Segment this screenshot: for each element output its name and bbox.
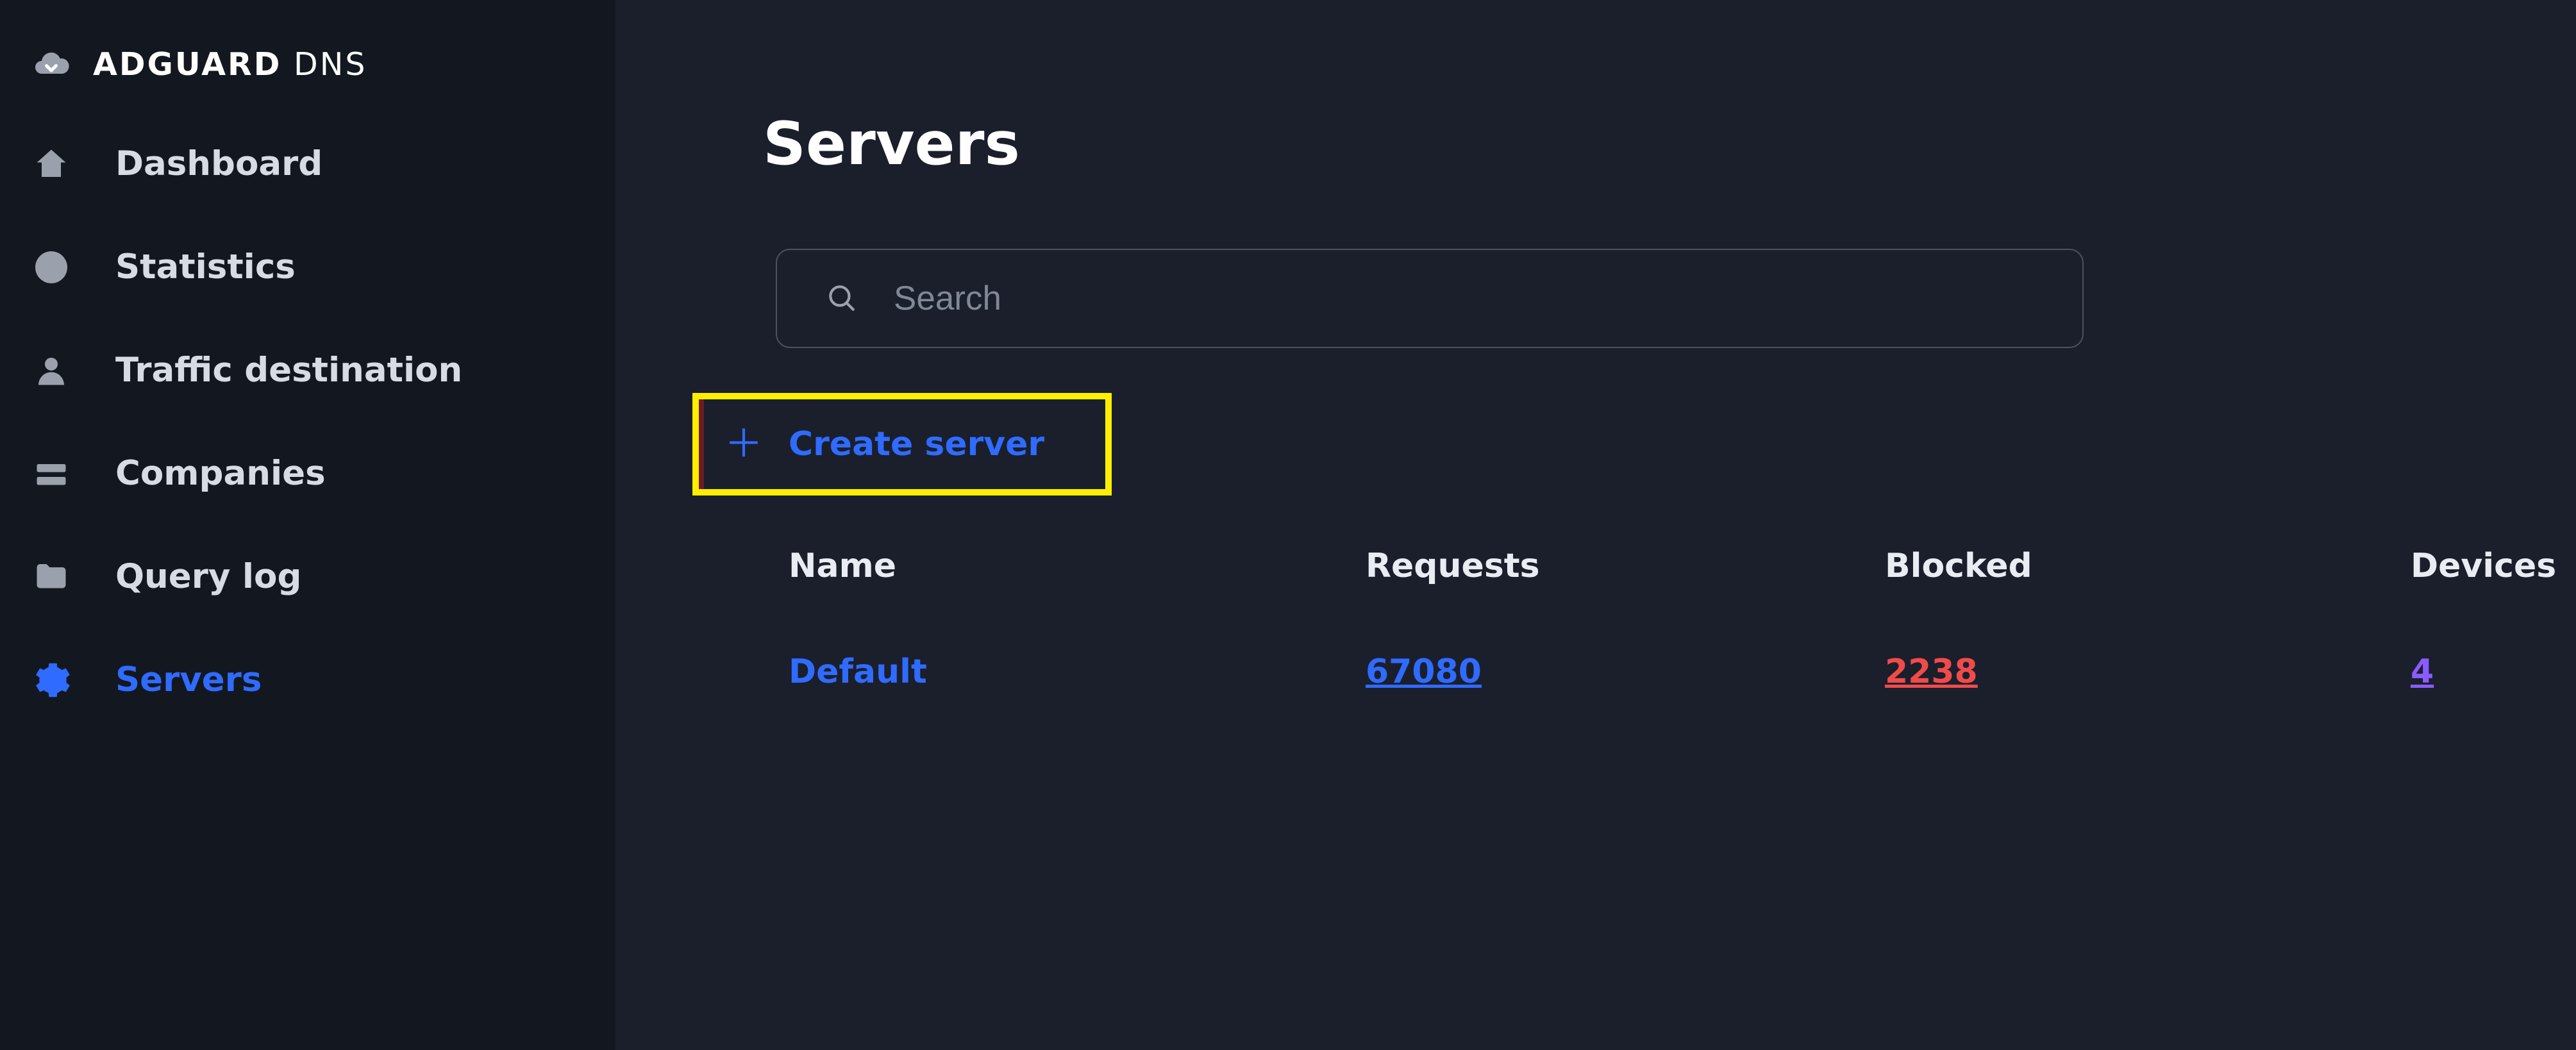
brand-text: ADGUARD DNS [93, 46, 367, 83]
sidebar: ADGUARD DNS Dashboard Statistics Traffic… [0, 0, 615, 1050]
sidebar-item-query-log[interactable]: Query log [32, 557, 615, 596]
server-blocked-link[interactable]: 2238 [1885, 653, 2411, 691]
sidebar-item-label: Query log [115, 557, 301, 596]
sidebar-item-label: Servers [115, 660, 262, 699]
brand-logo[interactable]: ADGUARD DNS [0, 45, 615, 144]
sidebar-item-label: Traffic destination [115, 351, 462, 390]
server-requests-link[interactable]: 67080 [1366, 653, 1885, 691]
col-header-devices: Devices [2411, 547, 2576, 585]
sidebar-item-label: Companies [115, 454, 326, 493]
create-server-label: Create server [789, 425, 1044, 463]
sidebar-item-statistics[interactable]: Statistics [32, 247, 615, 287]
folder-icon [32, 558, 71, 596]
sidebar-item-companies[interactable]: Companies [32, 454, 615, 493]
sidebar-item-servers[interactable]: Servers [32, 660, 615, 699]
col-header-requests: Requests [1366, 547, 1885, 585]
create-server-button[interactable]: ＋ Create server [692, 393, 1112, 496]
search-input[interactable] [892, 278, 2082, 319]
col-header-name: Name [789, 547, 1366, 585]
home-icon [32, 145, 71, 183]
search-icon [825, 281, 857, 316]
sidebar-item-traffic-destination[interactable]: Traffic destination [32, 351, 615, 390]
gear-icon [32, 661, 71, 699]
page-title: Servers [763, 109, 2576, 178]
servers-table: Name Requests Blocked Devices Default 67… [789, 547, 2576, 691]
sidebar-nav: Dashboard Statistics Traffic destination… [0, 144, 615, 699]
table-header-row: Name Requests Blocked Devices [789, 547, 2576, 585]
person-icon [32, 351, 71, 390]
sidebar-item-dashboard[interactable]: Dashboard [32, 144, 615, 183]
main-content: Servers ＋ Create server Name Requests Bl… [615, 0, 2576, 1050]
plus-icon: ＋ [724, 425, 763, 463]
cloud-logo-icon [32, 45, 71, 83]
pie-icon [32, 248, 71, 287]
bars-icon [32, 454, 71, 493]
sidebar-item-label: Dashboard [115, 144, 322, 183]
server-name-link[interactable]: Default [789, 653, 1366, 691]
server-devices-link[interactable]: 4 [2411, 653, 2576, 691]
table-row: Default 67080 2238 4 [789, 653, 2576, 691]
col-header-blocked: Blocked [1885, 547, 2411, 585]
search-box[interactable] [776, 249, 2084, 348]
sidebar-item-label: Statistics [115, 247, 296, 287]
